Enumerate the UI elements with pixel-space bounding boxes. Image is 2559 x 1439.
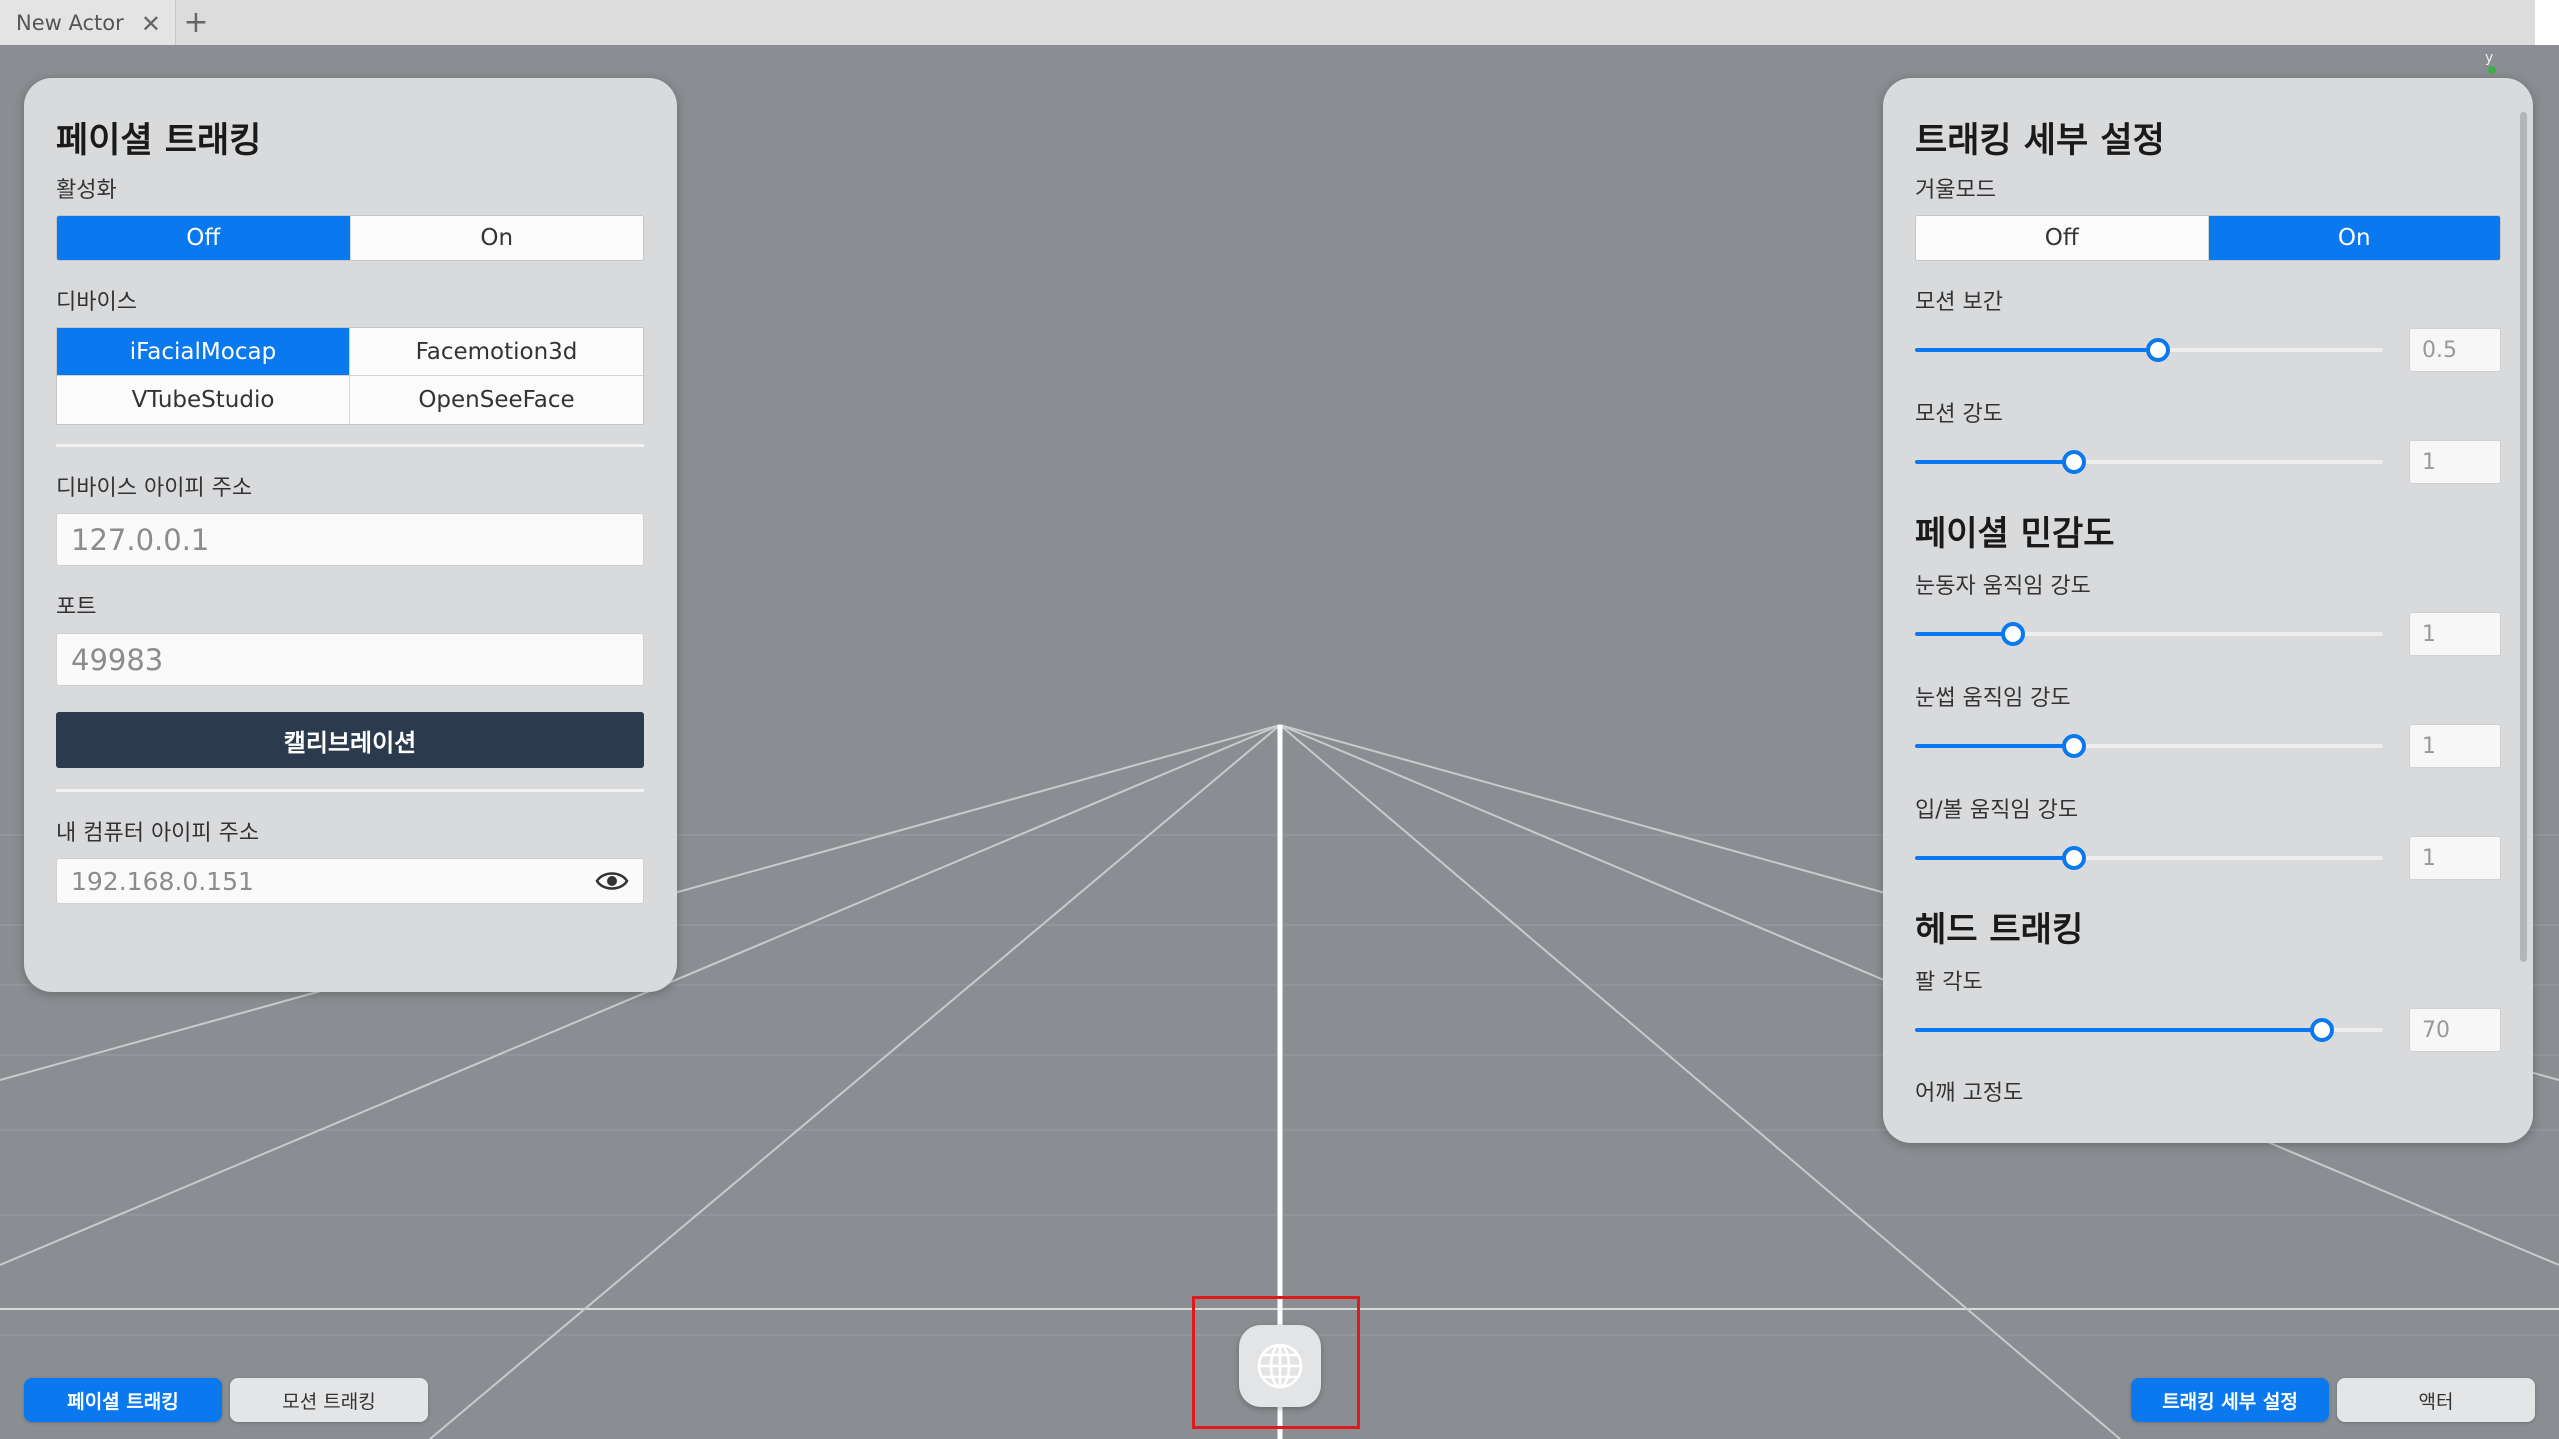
my-ip-label: 내 컴퓨터 아이피 주소 xyxy=(56,821,260,846)
slider-fill xyxy=(1915,348,2159,352)
activation-off-option[interactable]: Off xyxy=(57,216,350,260)
slider-fill xyxy=(1915,856,2075,860)
tab-title: New Actor xyxy=(16,10,124,35)
mouth-strength-label: 입/볼 움직임 강도 xyxy=(1915,798,2079,823)
pupil-strength-slider[interactable] xyxy=(1915,619,2383,649)
slider-fill xyxy=(1915,744,2075,748)
slider-thumb[interactable] xyxy=(2001,622,2026,646)
slider-thumb[interactable] xyxy=(2062,734,2087,758)
slider-thumb[interactable] xyxy=(2310,1018,2335,1042)
globe-icon xyxy=(1257,1343,1303,1389)
add-tab-icon[interactable]: + xyxy=(176,0,216,45)
window-corner xyxy=(2535,0,2559,45)
motion-strength-slider[interactable] xyxy=(1915,447,2383,477)
shoulder-fix-label: 어깨 고정도 xyxy=(1915,1081,2024,1106)
divider xyxy=(56,789,644,792)
axis-gizmo-icon xyxy=(2488,66,2496,74)
divider xyxy=(56,444,644,447)
brow-strength-value[interactable]: 1 xyxy=(2409,724,2501,768)
device-ip-input[interactable]: 127.0.0.1 xyxy=(56,513,644,566)
head-tracking-title: 헤드 트래킹 xyxy=(1915,910,2084,950)
port-input[interactable]: 49983 xyxy=(56,633,644,686)
activation-toggle: Off On xyxy=(56,215,644,261)
calibration-button[interactable]: 캘리브레이션 xyxy=(56,712,644,768)
actor-button[interactable]: 액터 xyxy=(2337,1378,2535,1422)
facial-tracking-panel: 페이셜 트래킹 활성화 Off On 디바이스 iFacialMocap Fac… xyxy=(24,78,677,992)
port-label: 포트 xyxy=(56,595,97,620)
slider-fill xyxy=(1915,1028,2323,1032)
my-ip-value: 192.168.0.151 xyxy=(71,866,254,896)
tab-bar: New Actor ✕ + xyxy=(0,0,2559,45)
device-option-vtubestudio[interactable]: VTubeStudio xyxy=(57,376,350,424)
tab-new-actor[interactable]: New Actor ✕ xyxy=(0,0,176,45)
device-selector: iFacialMocap Facemotion3d VTubeStudio Op… xyxy=(56,327,644,425)
activation-label: 활성화 xyxy=(56,178,117,203)
mirror-on-option[interactable]: On xyxy=(2207,216,2500,260)
mirror-mode-label: 거울모드 xyxy=(1915,178,1996,203)
eye-icon[interactable] xyxy=(595,868,629,894)
device-ip-label: 디바이스 아이피 주소 xyxy=(56,476,253,501)
facial-sensitivity-title: 페이셜 민감도 xyxy=(1915,514,2115,554)
arm-angle-slider[interactable] xyxy=(1915,1015,2383,1045)
motion-strength-value[interactable]: 1 xyxy=(2409,440,2501,484)
close-icon[interactable]: ✕ xyxy=(141,10,161,38)
highlight-box xyxy=(1192,1296,1360,1429)
arm-angle-value[interactable]: 70 xyxy=(2409,1008,2501,1052)
slider-thumb[interactable] xyxy=(2146,338,2171,362)
brow-strength-label: 눈썹 움직임 강도 xyxy=(1915,686,2071,711)
device-label: 디바이스 xyxy=(56,290,137,315)
mirror-off-option[interactable]: Off xyxy=(1916,216,2208,260)
slider-thumb[interactable] xyxy=(2062,450,2087,474)
tracking-settings-panel: 트래킹 세부 설정 거울모드 Off On 모션 보간 0.5 모션 강도 1 … xyxy=(1883,78,2533,1143)
slider-fill xyxy=(1915,460,2075,464)
facial-tracking-button[interactable]: 페이셜 트래킹 xyxy=(24,1378,222,1422)
pupil-strength-label: 눈동자 움직임 강도 xyxy=(1915,574,2091,599)
motion-interp-label: 모션 보간 xyxy=(1915,290,2003,315)
motion-interp-slider[interactable] xyxy=(1915,335,2383,365)
panel-title: 트래킹 세부 설정 xyxy=(1915,121,2165,161)
panel-title: 페이셜 트래킹 xyxy=(56,121,262,161)
device-option-ifacialmocap[interactable]: iFacialMocap xyxy=(57,328,350,376)
motion-tracking-button[interactable]: 모션 트래킹 xyxy=(230,1378,428,1422)
activation-on-option[interactable]: On xyxy=(349,216,643,260)
device-option-openseeface[interactable]: OpenSeeFace xyxy=(350,376,643,424)
mouth-strength-value[interactable]: 1 xyxy=(2409,836,2501,880)
mouth-strength-slider[interactable] xyxy=(1915,843,2383,873)
brow-strength-slider[interactable] xyxy=(1915,731,2383,761)
arm-angle-label: 팔 각도 xyxy=(1915,970,1983,995)
pupil-strength-value[interactable]: 1 xyxy=(2409,612,2501,656)
my-ip-field: 192.168.0.151 xyxy=(56,858,644,904)
panel-scrollbar[interactable] xyxy=(2520,112,2527,962)
device-option-facemotion3d[interactable]: Facemotion3d xyxy=(350,328,643,376)
y-axis-label: y xyxy=(2485,50,2494,66)
motion-interp-value[interactable]: 0.5 xyxy=(2409,328,2501,372)
tracking-settings-button[interactable]: 트래킹 세부 설정 xyxy=(2131,1378,2329,1422)
motion-strength-label: 모션 강도 xyxy=(1915,402,2003,427)
mirror-mode-toggle: Off On xyxy=(1915,215,2501,261)
slider-fill xyxy=(1915,632,2014,636)
globe-button[interactable] xyxy=(1239,1325,1321,1407)
slider-thumb[interactable] xyxy=(2062,846,2087,870)
